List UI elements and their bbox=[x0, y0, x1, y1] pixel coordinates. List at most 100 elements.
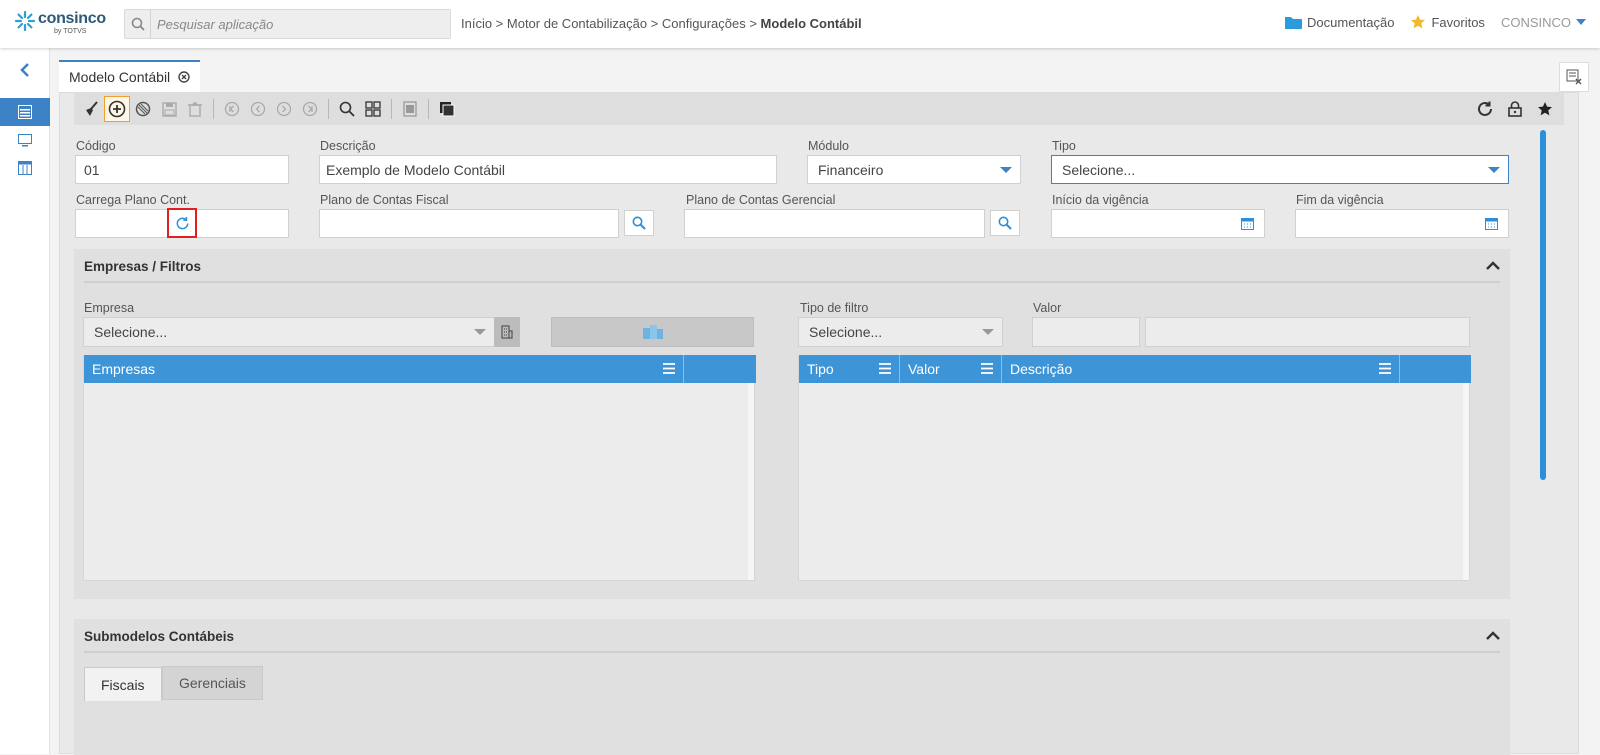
grid-col-descricao[interactable]: Descrição bbox=[1002, 355, 1400, 383]
empresa-value: Selecione... bbox=[94, 324, 168, 340]
codigo-label: Código bbox=[76, 139, 116, 153]
descricao-input[interactable]: Exemplo de Modelo Contábil bbox=[319, 155, 777, 184]
refresh-icon bbox=[176, 216, 188, 229]
sidebar-item-form[interactable] bbox=[0, 98, 50, 126]
monitor-icon bbox=[18, 134, 32, 147]
submodelos-section: Submodelos Contábeis Fiscais Gerenciais bbox=[74, 619, 1510, 755]
favorites-link[interactable]: Favoritos bbox=[1410, 14, 1485, 30]
column-menu-icon[interactable] bbox=[663, 363, 675, 374]
breadcrumb-path[interactable]: Início > Motor de Contabilização > Confi… bbox=[461, 16, 761, 31]
fim-vigencia-input[interactable] bbox=[1295, 209, 1509, 238]
refresh-page-button[interactable] bbox=[1472, 96, 1498, 122]
favorite-button[interactable] bbox=[1532, 96, 1558, 122]
empresas-filtros-section: Empresas / Filtros Empresa Selecione... … bbox=[74, 249, 1510, 599]
delete-button[interactable] bbox=[182, 96, 208, 122]
user-menu[interactable]: CONSINCO bbox=[1501, 15, 1586, 30]
add-empresa-button[interactable] bbox=[551, 317, 754, 347]
chevron-up-icon bbox=[1486, 261, 1500, 270]
carrega-plano-refresh-button[interactable] bbox=[167, 208, 197, 238]
collapse-section-button[interactable] bbox=[1486, 259, 1500, 274]
plano-fiscal-label: Plano de Contas Fiscal bbox=[320, 193, 449, 207]
toolbar-separator bbox=[213, 99, 214, 119]
page-scrollbar[interactable] bbox=[1540, 130, 1546, 480]
tab-gerenciais[interactable]: Gerenciais bbox=[162, 666, 263, 700]
codigo-input[interactable]: 01 bbox=[75, 155, 289, 184]
cancel-button[interactable] bbox=[130, 96, 156, 122]
prev-record-button[interactable] bbox=[245, 96, 271, 122]
column-menu-icon[interactable] bbox=[981, 363, 993, 374]
column-menu-icon[interactable] bbox=[879, 363, 891, 374]
inicio-vigencia-input[interactable] bbox=[1051, 209, 1265, 238]
toolbar-separator bbox=[391, 99, 392, 119]
valor-descricao-input[interactable] bbox=[1145, 317, 1470, 347]
filtros-grid: Tipo Valor Descrição bbox=[798, 355, 1471, 581]
empresa-select[interactable]: Selecione... bbox=[83, 317, 495, 347]
form-panel: Código 01 Descrição Exemplo de Modelo Co… bbox=[59, 92, 1579, 755]
save-button[interactable] bbox=[156, 96, 182, 122]
col-label: Descrição bbox=[1010, 361, 1073, 377]
close-tab-icon[interactable] bbox=[178, 71, 190, 83]
grid-scrollbar[interactable] bbox=[1463, 383, 1469, 580]
top-right-nav: Documentação Favoritos CONSINCO bbox=[1269, 14, 1586, 30]
copy-button[interactable] bbox=[434, 96, 460, 122]
modulo-select[interactable]: Financeiro bbox=[807, 155, 1021, 184]
grid-header: Tipo Valor Descrição bbox=[799, 355, 1471, 383]
grid-col-valor[interactable]: Valor bbox=[900, 355, 1002, 383]
first-record-button[interactable] bbox=[219, 96, 245, 122]
grid-col-empty bbox=[684, 355, 756, 383]
search-input[interactable] bbox=[157, 15, 437, 33]
tipo-select[interactable]: Selecione... bbox=[1051, 155, 1509, 184]
calendar-icon[interactable] bbox=[1485, 217, 1498, 230]
tipo-filtro-label: Tipo de filtro bbox=[800, 301, 869, 315]
section-title: Submodelos Contábeis bbox=[84, 629, 235, 644]
calendar-icon[interactable] bbox=[1241, 217, 1254, 230]
form-icon bbox=[18, 105, 32, 119]
grid-header: Empresas bbox=[84, 355, 756, 383]
buildings-icon bbox=[642, 325, 663, 339]
tab-label: Gerenciais bbox=[179, 675, 246, 691]
next-record-button[interactable] bbox=[271, 96, 297, 122]
last-record-button[interactable] bbox=[297, 96, 323, 122]
docs-link[interactable]: Documentação bbox=[1285, 15, 1394, 30]
clear-button[interactable] bbox=[78, 96, 104, 122]
consinco-logo-icon bbox=[14, 10, 36, 32]
column-menu-icon[interactable] bbox=[1379, 363, 1391, 374]
collapse-sidebar-button[interactable] bbox=[0, 62, 50, 82]
search-icon bbox=[125, 10, 151, 38]
tab-list-icon bbox=[1566, 69, 1582, 85]
grid-col-tipo[interactable]: Tipo bbox=[799, 355, 900, 383]
tipo-filtro-select[interactable]: Selecione... bbox=[798, 317, 1003, 347]
plano-gerencial-search-button[interactable] bbox=[990, 210, 1020, 236]
app-search[interactable] bbox=[124, 9, 451, 39]
building-icon bbox=[501, 325, 513, 339]
inicio-vigencia-label: Início da vigência bbox=[1052, 193, 1149, 207]
col-label: Tipo bbox=[807, 361, 834, 377]
grid-col-empresas[interactable]: Empresas bbox=[84, 355, 684, 383]
next-icon bbox=[276, 101, 292, 117]
lock-button[interactable] bbox=[1502, 96, 1528, 122]
collapse-section-button[interactable] bbox=[1486, 629, 1500, 644]
grid-scrollbar[interactable] bbox=[748, 383, 754, 580]
tab-modelo-contabil[interactable]: Modelo Contábil bbox=[59, 60, 201, 92]
plano-fiscal-input[interactable] bbox=[319, 209, 619, 238]
block-icon bbox=[135, 101, 151, 117]
plano-fiscal-search-button[interactable] bbox=[624, 210, 654, 236]
chevron-left-icon bbox=[20, 63, 29, 77]
new-button[interactable] bbox=[104, 96, 130, 122]
plano-gerencial-input[interactable] bbox=[684, 209, 985, 238]
section-divider bbox=[84, 651, 1500, 653]
find-button[interactable] bbox=[334, 96, 360, 122]
consinco-logo[interactable]: consinco by TOTVS bbox=[14, 8, 106, 40]
magnifier-icon bbox=[339, 101, 355, 117]
empresa-lookup-button[interactable] bbox=[494, 317, 520, 347]
close-all-tabs-button[interactable] bbox=[1559, 62, 1589, 92]
sidebar-item-calendar[interactable] bbox=[0, 154, 50, 182]
tab-fiscais[interactable]: Fiscais bbox=[84, 667, 162, 701]
sidebar-item-monitor[interactable] bbox=[0, 127, 50, 155]
grid-view-button[interactable] bbox=[360, 96, 386, 122]
brand-sub: by TOTVS bbox=[54, 28, 87, 35]
valor-input[interactable] bbox=[1032, 317, 1140, 347]
report-button[interactable] bbox=[397, 96, 423, 122]
chevron-down-icon bbox=[474, 329, 486, 335]
tab-label: Fiscais bbox=[101, 676, 145, 693]
